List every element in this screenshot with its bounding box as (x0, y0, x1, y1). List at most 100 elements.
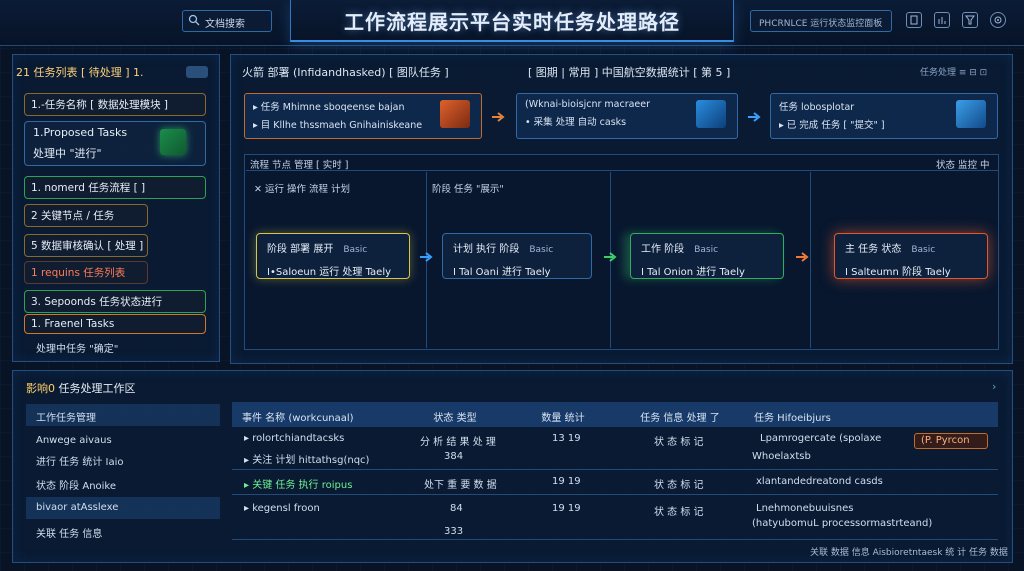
task-item[interactable]: 1 requins 任务列表 (24, 261, 148, 284)
task-item[interactable]: 1. Fraenel Tasks (24, 314, 206, 334)
row-divider (232, 469, 998, 470)
search-label: 文档搜索 (205, 19, 245, 30)
row-divider (232, 539, 998, 540)
row-detail: (hatyubomuL processormastrteand) (752, 518, 933, 529)
card-line: ▸ 目 Kllhe thssmaeh Gnihainiskeane (253, 120, 423, 131)
card-line: • 采集 处理 自动 casks (525, 117, 627, 128)
search-icon (188, 14, 200, 26)
row-name[interactable]: ▸ rolortchiandtacsks (244, 433, 344, 444)
stage-detail: I Tal Onion 进行 Taely (641, 267, 745, 278)
card-thumbnail (440, 100, 470, 128)
workspace-title-text: 任务处理工作区 (58, 382, 136, 395)
footer-note: 关联 数据 信息 Aisbioretntaesk 统 计 任务 数据 (810, 548, 1008, 558)
row-count: 19 19 (552, 503, 581, 514)
task-item[interactable]: 处理中任务 "确定" (36, 340, 118, 355)
row-type: 84 (450, 503, 463, 514)
workflow-subtitle: [ 图期 | 常用 ] 中国航空数据统计 [ 第 5 ] (528, 66, 731, 79)
arrow-right-icon (420, 252, 433, 262)
card-line: 任务 lobosplotar (779, 102, 855, 113)
row-name[interactable]: ▸ 关注 计划 hittathsg(nqc) (244, 451, 369, 466)
stage-card[interactable]: 主 任务 状态 Basic I Salteumn 阶段 Taely (834, 233, 988, 279)
brand-box[interactable]: PHCRNLCE 运行状态监控面板 (750, 10, 892, 32)
task-label: 1 requins 任务列表 (31, 267, 126, 279)
workspace-row[interactable]: 关联 任务 信息 (26, 520, 220, 542)
row-type: 384 (444, 451, 464, 462)
workflow-title: 火箭 部署 (Infidandhasked) [ 图队任务 ] (242, 66, 449, 79)
stage-detail: I•Saloeun 运行 处理 Taely (267, 267, 392, 278)
row-type: 333 (444, 526, 464, 537)
stage-tag: Basic (343, 245, 368, 255)
workspace-row[interactable]: 进行 任务 统计 Iaio (26, 448, 220, 470)
row-detail: Lnehmonebuuisnes (756, 503, 854, 514)
flow-header-right: 状态 监控 中 (936, 160, 990, 171)
task-item[interactable]: 3. Sepoonds 任务状态进行 (24, 290, 206, 313)
task-label: 1.-任务名称 [ 数据处理模块 ] (31, 99, 169, 111)
task-label: 1. nomerd 任务流程 [ ] (31, 182, 146, 194)
row-name[interactable]: ▸ 关键 任务 执行 roipus (244, 476, 352, 491)
arrow-right-icon (796, 252, 809, 262)
row-info: 状 态 标 记 (654, 507, 704, 518)
workspace-row[interactable]: bivaor atAsslexe (26, 497, 220, 519)
task-label: 5 数据审核确认 [ 处理 ] (31, 240, 144, 252)
workspace-title-prefix: 影响0 (26, 382, 55, 395)
filter-icon[interactable] (962, 12, 978, 28)
stage-detail: I Tal Oani 进行 Taely (453, 267, 551, 278)
stage-tag: Basic (529, 245, 554, 255)
divider (246, 170, 998, 171)
task-item[interactable]: 5 数据审核确认 [ 处理 ] (24, 234, 148, 257)
workspace-title: 影响0 任务处理工作区 (26, 380, 136, 396)
workspace-row[interactable]: 工作任务管理 (26, 404, 220, 426)
row-detail: xlantandedreatond casds (756, 476, 883, 487)
row-type: 处下 重 要 数 据 (424, 480, 497, 491)
column-header[interactable]: 任务 Hifoeibjurs (744, 402, 998, 427)
row-divider (232, 494, 998, 495)
stage-card[interactable]: 工作 阶段 Basic I Tal Onion 进行 Taely (630, 233, 784, 279)
row-type: 分 析 结 果 处 理 (420, 437, 496, 448)
page-title: 工作流程展示平台实时任务处理路径 (344, 10, 680, 34)
card-thumbnail (956, 100, 986, 128)
row-detail: Whoelaxtsb (752, 451, 811, 462)
task-thumbnail (160, 129, 186, 155)
task-list-title: 21 任务列表 [ 待处理 ] 1. (16, 66, 144, 79)
divider (810, 172, 811, 348)
stage-detail: I Salteumn 阶段 Taely (845, 267, 951, 278)
chevron-right-icon[interactable]: › (992, 380, 996, 393)
card-line: ▸ 已 完成 任务 [ "提交" ] (779, 120, 885, 131)
row-info: 状 态 标 记 (654, 480, 704, 491)
task-label: 2 关键节点 / 任务 (31, 210, 115, 222)
task-label: 1. Fraenel Tasks (31, 318, 115, 330)
row-name[interactable]: ▸ kegensl froon (244, 503, 320, 514)
row-count: 13 19 (552, 433, 581, 444)
flow-header: 流程 节点 管理 [ 实时 ] (250, 160, 349, 171)
task-item[interactable]: 1.-任务名称 [ 数据处理模块 ] (24, 93, 206, 116)
workspace-row[interactable]: 状态 阶段 Anoike (26, 472, 220, 494)
column-header[interactable]: 事件 名称 (workcunaal) (232, 402, 400, 427)
panel-actions[interactable]: 任务处理 ≡ ⊟ ⊡ (920, 65, 987, 78)
column-header[interactable]: 任务 信息 处理 了 (616, 402, 744, 427)
row-count: 19 19 (552, 476, 581, 487)
language-badge[interactable]: (P. Pyrcon (914, 433, 988, 449)
stage-title: 计划 执行 阶段 (453, 244, 520, 255)
arrow-right-icon (492, 112, 505, 122)
flow-subheader: ✕ 运行 操作 流程 计划 (254, 184, 351, 195)
column-header[interactable]: 状态 类型 (400, 402, 510, 427)
stage-title: 主 任务 状态 (845, 244, 902, 255)
row-detail: Lpamrogercate (spolaxe (760, 433, 882, 444)
task-count-badge (186, 66, 208, 78)
tablet-icon[interactable] (906, 12, 922, 28)
search-box[interactable]: 文档搜索 (182, 10, 272, 32)
row-info: 状 态 标 记 (654, 437, 704, 448)
stage-tag: Basic (911, 245, 936, 255)
column-header[interactable]: 数量 统计 (510, 402, 616, 427)
task-item[interactable]: 1. nomerd 任务流程 [ ] (24, 176, 206, 199)
settings-icon[interactable] (990, 12, 1006, 28)
stage-card[interactable]: 阶段 部署 展开 Basic I•Saloeun 运行 处理 Taely (256, 233, 410, 279)
stage-title: 工作 阶段 (641, 244, 685, 255)
stage-tag: Basic (694, 245, 719, 255)
flow-subheader: 阶段 任务 "展示" (432, 184, 504, 195)
stage-card[interactable]: 计划 执行 阶段 Basic I Tal Oani 进行 Taely (442, 233, 592, 279)
card-line: (Wknai-bioisjcnr macraeer (525, 99, 651, 110)
stage-title: 阶段 部署 展开 (267, 244, 334, 255)
chart-icon[interactable] (934, 12, 950, 28)
task-item[interactable]: 2 关键节点 / 任务 (24, 204, 148, 227)
